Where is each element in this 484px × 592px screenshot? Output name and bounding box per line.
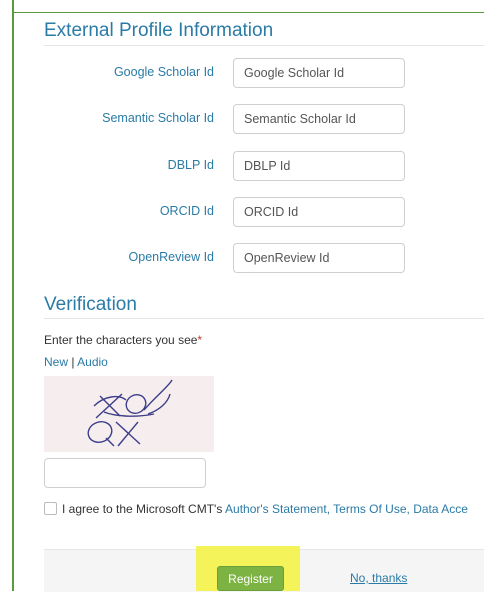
data-access-link[interactable]: Data Acce (413, 502, 468, 516)
agree-checkbox[interactable] (44, 502, 57, 515)
google-scholar-row: Google Scholar Id (0, 58, 484, 88)
verification-title: Verification (44, 294, 137, 315)
page-frame-top (12, 12, 484, 13)
external-profile-title: External Profile Information (44, 20, 274, 41)
captcha-drawing (87, 379, 173, 447)
section-divider (44, 318, 484, 319)
captcha-links: New | Audio (44, 355, 108, 369)
dblp-input[interactable] (233, 151, 405, 181)
register-button[interactable]: Register (217, 566, 284, 591)
agreement-row: I agree to the Microsoft CMT's Author's … (44, 502, 484, 516)
captcha-input[interactable] (44, 458, 206, 488)
authors-statement-link[interactable]: Author's Statement, (225, 502, 330, 516)
dblp-row: DBLP Id (0, 151, 484, 181)
no-thanks-link[interactable]: No, thanks (350, 571, 407, 585)
openreview-label: OpenReview Id (128, 250, 214, 264)
captcha-prompt-text: Enter the characters you see (44, 333, 198, 347)
dblp-label: DBLP Id (167, 158, 214, 172)
semantic-scholar-input[interactable] (233, 104, 405, 134)
semantic-scholar-row: Semantic Scholar Id (0, 104, 484, 134)
audio-captcha-link[interactable]: Audio (77, 355, 108, 369)
orcid-row: ORCID Id (0, 197, 484, 227)
orcid-input[interactable] (233, 197, 405, 227)
openreview-row: OpenReview Id (0, 243, 484, 273)
terms-of-use-link[interactable]: Terms Of Use, (333, 502, 410, 516)
captcha-prompt: Enter the characters you see* (44, 333, 202, 347)
captcha-image (44, 376, 214, 452)
google-scholar-label: Google Scholar Id (113, 65, 214, 79)
google-scholar-input[interactable] (233, 58, 405, 88)
link-separator: | (71, 355, 75, 369)
orcid-label: ORCID Id (159, 204, 214, 218)
section-divider (44, 45, 484, 46)
openreview-input[interactable] (233, 243, 405, 273)
agreement-text: I agree to the Microsoft CMT's (62, 502, 223, 516)
new-captcha-link[interactable]: New (44, 355, 68, 369)
page-frame-left (12, 0, 14, 591)
required-marker: * (197, 333, 203, 347)
semantic-scholar-label: Semantic Scholar Id (102, 111, 214, 125)
